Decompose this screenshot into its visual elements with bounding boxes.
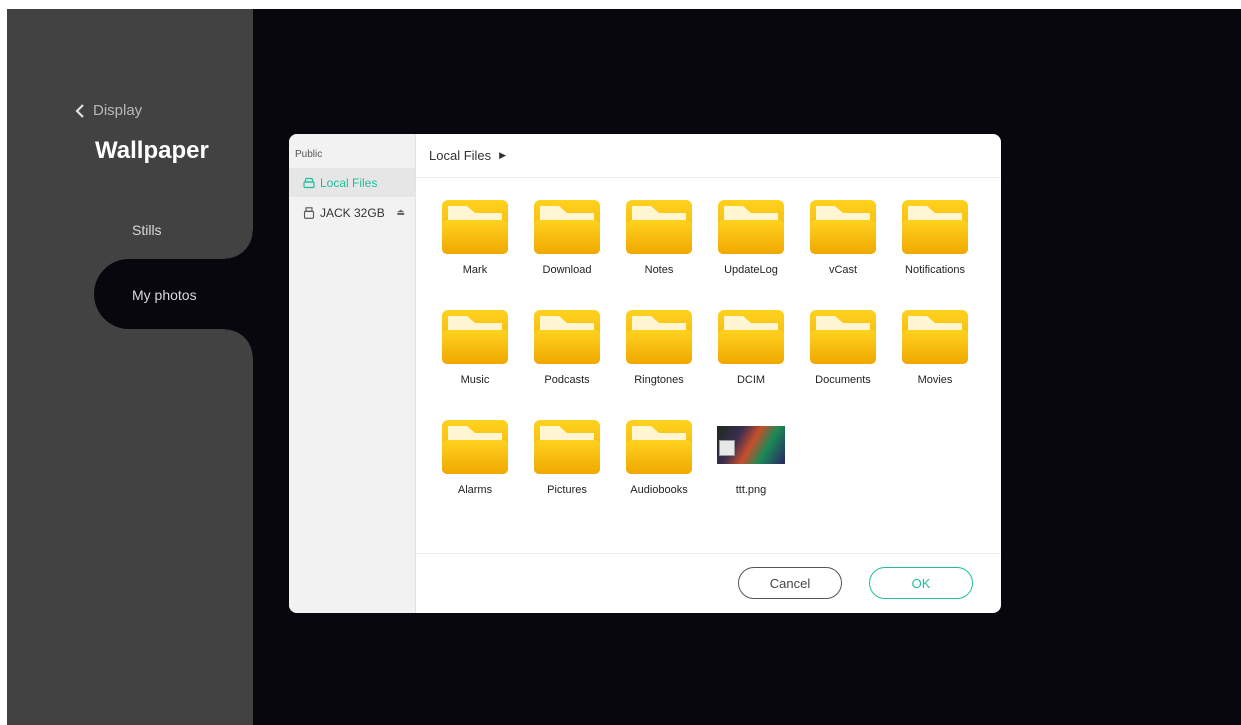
breadcrumb: Local Files ▶ [416, 134, 1001, 178]
folder-icon [534, 200, 600, 254]
sidebar-header: Public [295, 149, 323, 160]
folder-icon [534, 420, 600, 474]
folder-icon [442, 200, 508, 254]
folder-icon [902, 200, 968, 254]
menu-item-my-photos[interactable]: My photos [94, 259, 253, 329]
folder-icon [626, 200, 692, 254]
sidebar-item-local-files[interactable]: Local Files [289, 168, 415, 197]
file-picker-dialog: Public Local Files JACK 32GB ⏏ Local Fil… [289, 134, 1001, 613]
file-name: Alarms [457, 484, 493, 496]
folder-item[interactable]: vCast [797, 196, 889, 306]
dialog-sidebar: Public Local Files JACK 32GB ⏏ [289, 134, 416, 613]
folder-icon [534, 310, 600, 364]
folder-item[interactable]: Audiobooks [613, 416, 705, 526]
folder-item[interactable]: Pictures [521, 416, 613, 526]
file-name: Ringtones [634, 374, 684, 386]
file-name: Notes [644, 264, 674, 276]
folder-item[interactable]: DCIM [705, 306, 797, 416]
breadcrumb-current[interactable]: Local Files [429, 148, 491, 163]
folder-item[interactable]: Notifications [889, 196, 981, 306]
eject-icon[interactable]: ⏏ [396, 207, 405, 218]
folder-item[interactable]: UpdateLog [705, 196, 797, 306]
file-name: Audiobooks [630, 484, 688, 496]
breadcrumb-arrow-icon: ▶ [499, 150, 507, 160]
folder-item[interactable]: Music [429, 306, 521, 416]
folder-item[interactable]: Alarms [429, 416, 521, 526]
file-name: Documents [815, 374, 871, 386]
sidebar-item-label: JACK 32GB [320, 205, 385, 220]
file-name: Movies [917, 374, 953, 386]
sidebar-item-jack-32gb[interactable]: JACK 32GB ⏏ [289, 198, 415, 227]
file-name: vCast [828, 264, 858, 276]
back-button[interactable]: Display [75, 102, 142, 119]
folder-icon [442, 420, 508, 474]
sidebar-item-label: Local Files [320, 175, 378, 190]
folder-icon [626, 420, 692, 474]
file-name: Pictures [547, 484, 587, 496]
ok-button[interactable]: OK [869, 567, 973, 599]
folder-icon [718, 310, 784, 364]
menu-item-label: My photos [132, 287, 197, 303]
cancel-button[interactable]: Cancel [738, 567, 842, 599]
page-title: Wallpaper [95, 137, 209, 164]
folder-item[interactable]: Notes [613, 196, 705, 306]
file-name: Download [542, 264, 592, 276]
image-thumbnail [717, 426, 785, 464]
folder-icon [442, 310, 508, 364]
folder-item[interactable]: Movies [889, 306, 981, 416]
folder-icon [902, 310, 968, 364]
folder-icon [626, 310, 692, 364]
folder-icon [810, 310, 876, 364]
file-name: Podcasts [544, 374, 590, 386]
file-name: UpdateLog [724, 264, 778, 276]
folder-icon [810, 200, 876, 254]
tab-notch [225, 329, 253, 357]
folder-item[interactable]: Documents [797, 306, 889, 416]
back-label: Display [93, 102, 143, 119]
settings-panel: Display Wallpaper Stills My photos [7, 9, 253, 725]
folder-item[interactable]: Podcasts [521, 306, 613, 416]
dialog-footer: Cancel OK [416, 553, 1001, 613]
file-name: DCIM [736, 374, 766, 386]
file-name: Mark [462, 264, 488, 276]
folder-item[interactable]: Download [521, 196, 613, 306]
menu-item-stills[interactable]: Stills [132, 222, 162, 238]
file-name: Notifications [905, 264, 965, 276]
file-name: ttt.png [735, 484, 767, 496]
file-item[interactable]: ttt.png [705, 416, 797, 526]
usb-drive-icon [303, 206, 315, 219]
folder-icon [718, 200, 784, 254]
tab-notch [225, 231, 253, 259]
storage-icon [303, 177, 315, 188]
folder-item[interactable]: Mark [429, 196, 521, 306]
chevron-left-icon [75, 103, 84, 118]
file-name: Music [460, 374, 490, 386]
folder-item[interactable]: Ringtones [613, 306, 705, 416]
